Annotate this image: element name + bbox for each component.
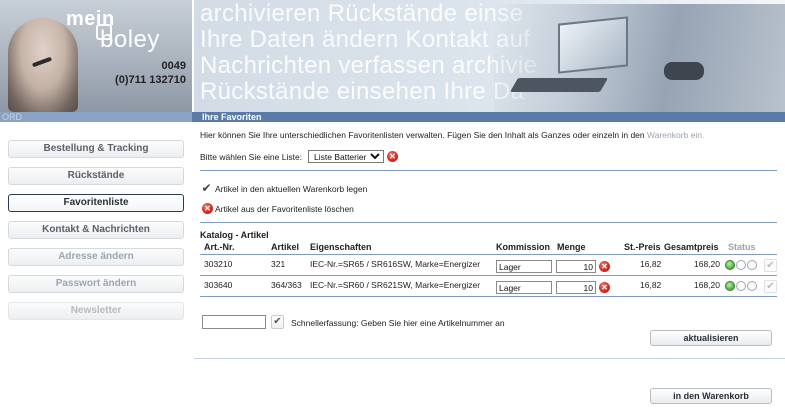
divider xyxy=(200,222,777,223)
main-content: Hier können Sie Ihre unterschiedlichen F… xyxy=(194,122,785,419)
sidebar-item-favoritenliste[interactable]: Favoritenliste xyxy=(8,194,184,212)
col-header-gesamtpreis: Gesamtpreis xyxy=(664,242,719,252)
cell-art-nr: 303640 xyxy=(204,280,233,290)
header: mein boley 0049 (0)711 132710 archiviere… xyxy=(0,0,785,112)
cell-artikel: 364/363 xyxy=(271,280,302,290)
cell-st-preis: 16,82 xyxy=(640,280,662,290)
sidebar-item-newsletter[interactable]: Newsletter xyxy=(8,302,184,320)
check-icon[interactable]: ✔ xyxy=(200,182,213,195)
table-title: Katalog - Artikel xyxy=(200,230,269,240)
menge-input[interactable] xyxy=(556,281,596,294)
status-dot-icon xyxy=(736,260,746,270)
update-button[interactable]: aktualisieren xyxy=(650,330,772,346)
status-dot-icon xyxy=(725,260,735,270)
cell-eigenschaften: IEC-Nr.=SR60 / SR621SW, Marke=Energizer xyxy=(310,280,481,290)
status-dot-icon xyxy=(725,281,735,291)
logo-boley: boley xyxy=(100,26,160,53)
hotline-agent-photo xyxy=(8,18,78,112)
sidebar-item-bestellung-tracking[interactable]: Bestellung & Tracking xyxy=(8,140,184,158)
title-strip-left xyxy=(0,112,192,122)
action-delete-text: Artikel aus der Favoritenliste löschen xyxy=(215,204,354,214)
cell-st-preis: 16,82 xyxy=(640,259,662,269)
section-divider xyxy=(194,358,785,359)
banner-line-1: archivieren Rückstände einse xyxy=(200,0,524,27)
cell-gesamtpreis: 168,20 xyxy=(694,280,720,290)
delete-row-icon[interactable]: ✕ xyxy=(599,261,610,272)
keyboard-icon xyxy=(509,78,609,92)
col-header-st-preis: St.-Preis xyxy=(624,242,661,252)
intro-text-light: Warenkorb ein. xyxy=(647,130,705,140)
sidebar-item-adresse-aendern[interactable]: Adresse ändern xyxy=(8,248,184,266)
phone-number: (0)711 132710 xyxy=(115,74,186,86)
list-select[interactable]: Liste Batterien xyxy=(308,150,384,163)
cell-gesamtpreis: 168,20 xyxy=(694,259,720,269)
col-header-artikel: Artikel xyxy=(271,242,300,252)
status-dot-icon xyxy=(736,281,746,291)
col-header-art-nr: Art.-Nr. xyxy=(204,242,235,252)
action-add-cart-text: Artikel in den aktuellen Warenkorb legen xyxy=(215,184,368,194)
status-dot-icon xyxy=(747,260,757,270)
table-header-line xyxy=(200,254,777,255)
check-icon[interactable]: ✔ xyxy=(764,259,777,272)
add-to-cart-button[interactable]: in den Warenkorb xyxy=(650,388,772,404)
cell-artikel: 321 xyxy=(271,259,286,269)
intro-text-main: Hier können Sie Ihre unterschiedlichen F… xyxy=(200,130,645,140)
telephone-icon xyxy=(664,62,704,80)
quick-entry-input[interactable] xyxy=(202,315,266,329)
sidebar: Bestellung & Tracking Rückstände Favorit… xyxy=(0,122,192,419)
col-header-kommission: Kommission xyxy=(496,242,551,252)
check-icon[interactable]: ✔ xyxy=(764,280,777,293)
kommission-input[interactable] xyxy=(496,260,552,273)
monitor-icon xyxy=(558,16,628,74)
office-desk-photo xyxy=(494,4,785,112)
sidebar-item-kontakt-nachrichten[interactable]: Kontakt & Nachrichten xyxy=(8,221,184,239)
cell-eigenschaften: IEC-Nr.=SR65 / SR616SW, Marke=Energizer xyxy=(310,259,481,269)
header-banner: archivieren Rückstände einse Ihre Daten … xyxy=(194,0,785,112)
logo-area: mein boley 0049 (0)711 132710 xyxy=(0,0,192,112)
divider xyxy=(200,170,777,171)
delete-x-icon[interactable]: ✕ xyxy=(202,203,213,214)
delete-list-icon[interactable]: ✕ xyxy=(387,151,398,162)
col-header-menge: Menge xyxy=(557,242,586,252)
cell-art-nr: 303210 xyxy=(204,259,233,269)
sidebar-item-passwort-aendern[interactable]: Passwort ändern xyxy=(8,275,184,293)
check-icon[interactable]: ✔ xyxy=(271,315,284,329)
col-header-status: Status xyxy=(728,242,756,252)
delete-row-icon[interactable]: ✕ xyxy=(599,282,610,293)
table-row-line xyxy=(200,275,777,276)
banner-line-2: Ihre Daten ändern Kontakt auf xyxy=(200,26,531,53)
col-header-eigenschaften: Eigenschaften xyxy=(310,242,372,252)
banner-line-3: Nachrichten verfassen archivie xyxy=(200,52,538,79)
banner-line-4: Rückstände einsehen Ihre Da xyxy=(200,78,525,105)
kommission-input[interactable] xyxy=(496,281,552,294)
menge-input[interactable] xyxy=(556,260,596,273)
phone-country-code: 0049 xyxy=(161,60,186,72)
quick-entry-text: Schnellerfassung: Geben Sie hier eine Ar… xyxy=(291,318,505,328)
list-select-label: Bitte wählen Sie eine Liste: xyxy=(200,152,303,162)
table-row-line xyxy=(200,296,777,297)
status-dot-icon xyxy=(747,281,757,291)
sidebar-item-rueckstaende[interactable]: Rückstände xyxy=(8,167,184,185)
intro-text: Hier können Sie Ihre unterschiedlichen F… xyxy=(200,130,704,140)
